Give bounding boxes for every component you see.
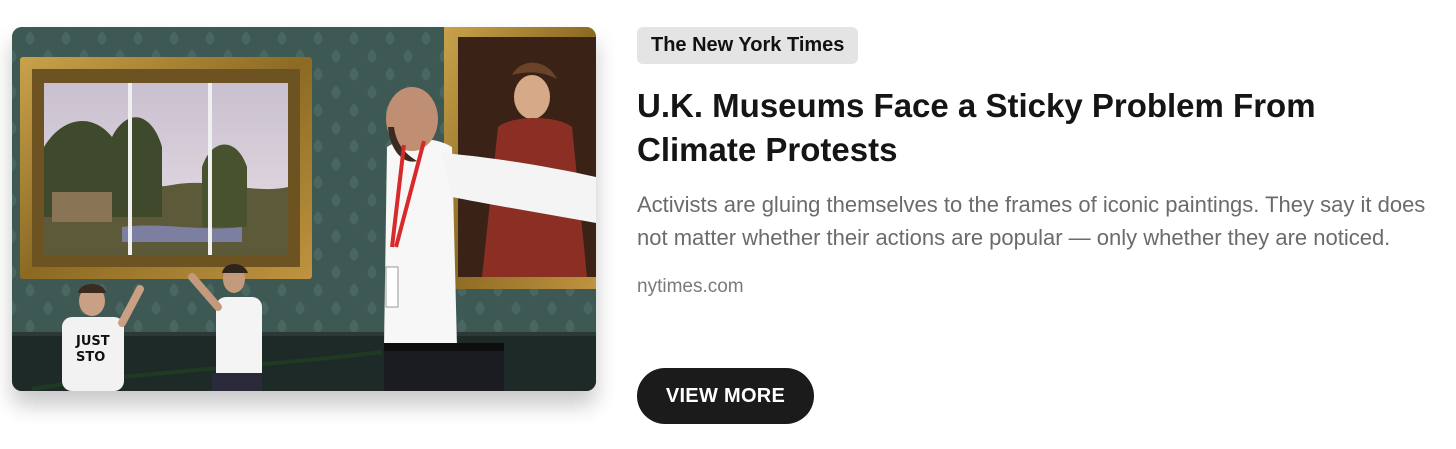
link-preview-card[interactable]: JUST STO The New York Times U.K. Museums… bbox=[0, 0, 1456, 449]
article-description: Activists are gluing themselves to the f… bbox=[637, 192, 1426, 250]
article-domain: nytimes.com bbox=[637, 276, 744, 297]
article-thumbnail[interactable]: JUST STO bbox=[12, 27, 596, 391]
article-headline[interactable]: U.K. Museums Face a Sticky Problem From … bbox=[637, 84, 1357, 172]
museum-protest-image: JUST STO bbox=[12, 27, 596, 391]
view-more-button[interactable]: VIEW MORE bbox=[637, 368, 814, 424]
shirt-text-2: STO bbox=[76, 350, 105, 365]
article-info: The New York Times U.K. Museums Face a S… bbox=[637, 27, 1437, 300]
source-badge: The New York Times bbox=[637, 27, 859, 64]
shirt-text-1: JUST bbox=[75, 334, 110, 349]
